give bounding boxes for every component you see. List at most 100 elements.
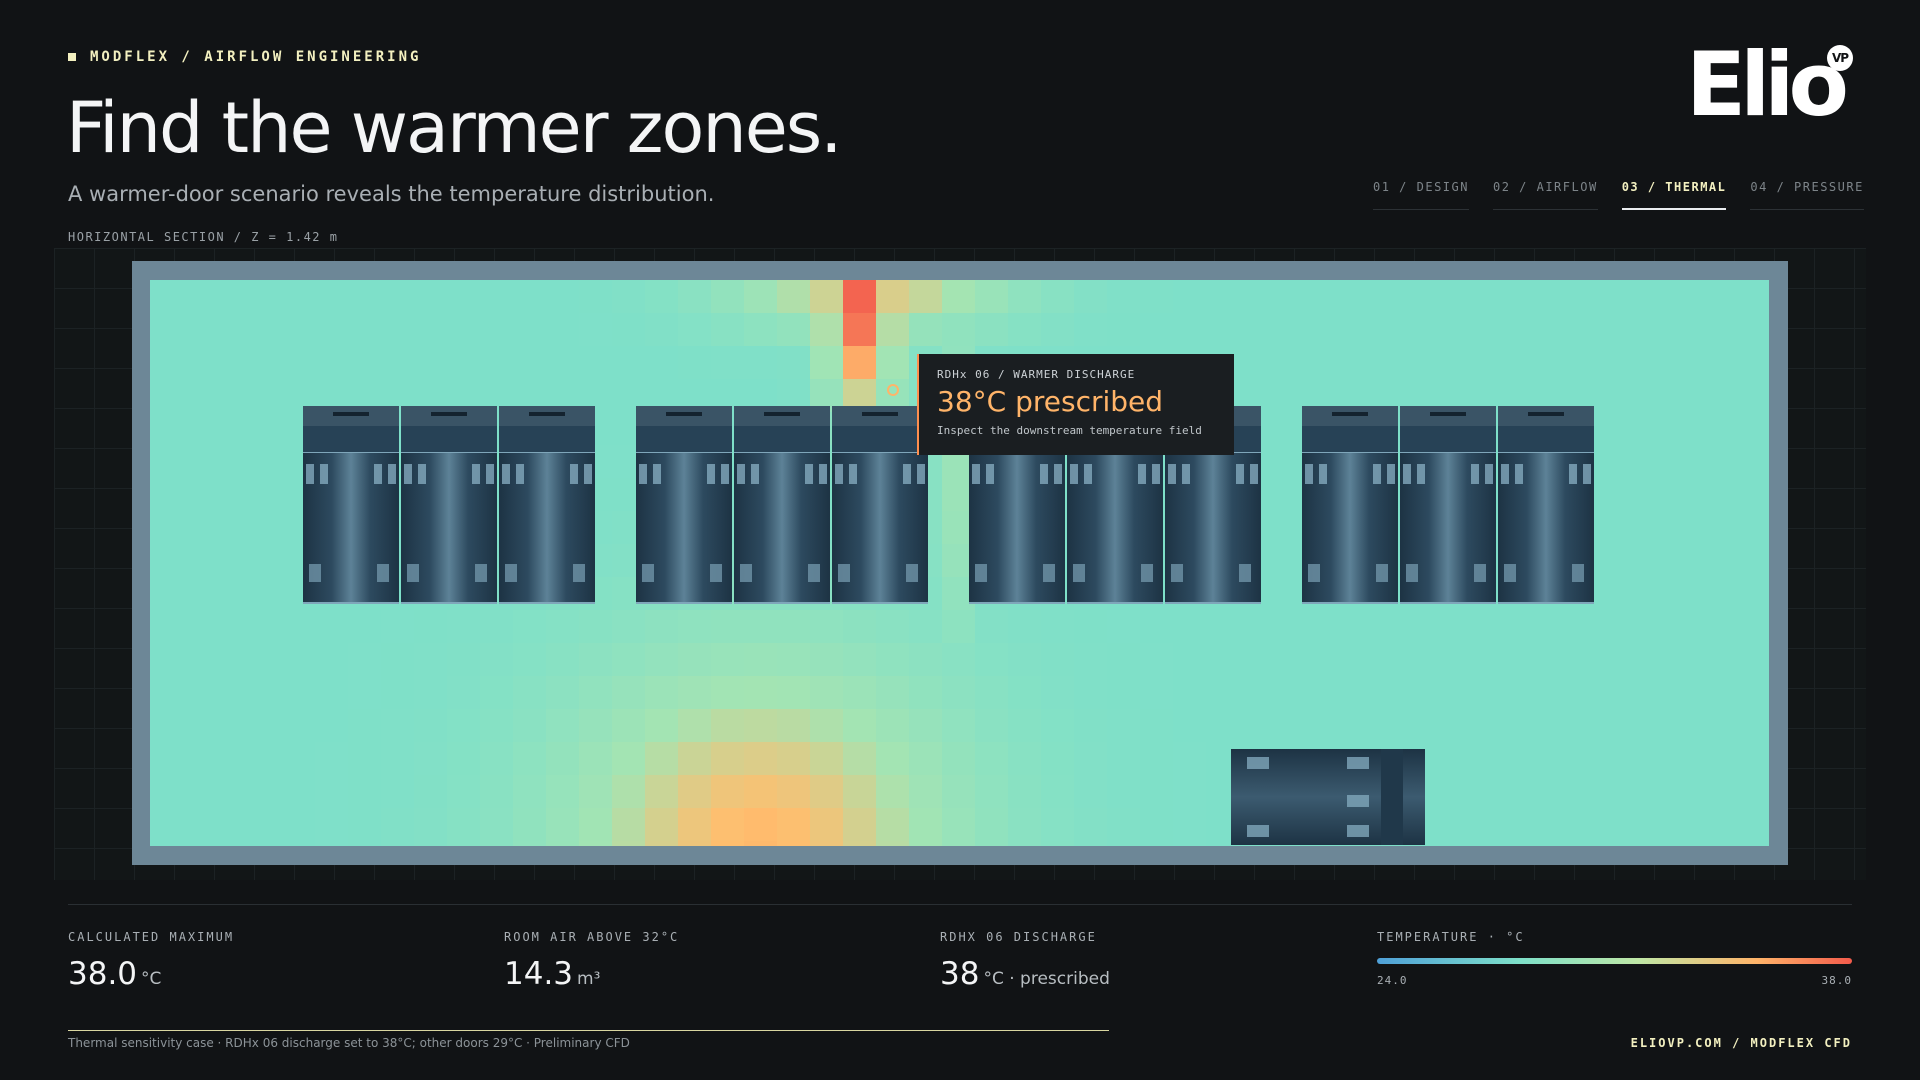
server-rack[interactable] <box>1498 406 1594 604</box>
rack-top <box>734 406 830 426</box>
tab-pressure[interactable]: 04 / PRESSURE <box>1750 180 1864 210</box>
heat-tile <box>315 346 349 380</box>
heat-tile <box>1140 313 1174 347</box>
heat-tile <box>1173 610 1207 644</box>
rack-foot <box>1504 564 1516 582</box>
unit-tab <box>1247 757 1269 769</box>
heat-tile <box>1569 775 1603 809</box>
heat-tile <box>942 610 976 644</box>
heat-tile <box>777 643 811 677</box>
heat-tile <box>1140 808 1174 842</box>
heat-tile <box>1140 676 1174 710</box>
heat-tile <box>843 841 877 846</box>
heat-tile <box>1437 346 1471 380</box>
heat-tile <box>810 775 844 809</box>
heat-tile <box>249 445 283 479</box>
heat-tile <box>1701 478 1735 512</box>
tab-design[interactable]: 01 / DESIGN <box>1373 180 1469 210</box>
rack-door-band <box>636 426 732 453</box>
server-rack[interactable] <box>499 406 595 604</box>
heat-tile <box>315 808 349 842</box>
heat-tile <box>1602 676 1636 710</box>
heat-tile <box>645 610 679 644</box>
heat-tile <box>447 775 481 809</box>
server-rack[interactable] <box>832 406 928 604</box>
heat-tile <box>1602 379 1636 413</box>
heat-tile <box>546 841 580 846</box>
heat-tile <box>1767 643 1769 677</box>
heat-tile <box>1437 643 1471 677</box>
stat-rdhx-discharge: RDHX 06 DISCHARGE 38 °C · prescribed <box>940 930 1110 992</box>
heat-tile <box>1635 511 1669 545</box>
heat-tile <box>1272 412 1306 446</box>
stat-label: RDHX 06 DISCHARGE <box>940 930 1097 944</box>
server-rack[interactable] <box>1400 406 1496 604</box>
heat-tile <box>216 478 250 512</box>
heat-tile <box>183 775 217 809</box>
rdhx-06-marker-icon[interactable] <box>887 384 899 396</box>
heat-tile <box>612 709 646 743</box>
heat-tile <box>249 511 283 545</box>
heat-tile <box>216 313 250 347</box>
server-rack[interactable] <box>1302 406 1398 604</box>
heat-tile <box>612 676 646 710</box>
heat-tile <box>1470 742 1504 776</box>
heat-tile <box>1602 808 1636 842</box>
heat-tile <box>1140 841 1174 846</box>
heat-tile <box>414 676 448 710</box>
heat-tile <box>249 379 283 413</box>
heat-tile <box>1140 280 1174 314</box>
heat-tile <box>909 643 943 677</box>
heat-tile <box>150 775 184 809</box>
heat-tile <box>315 280 349 314</box>
heat-tile <box>1701 676 1735 710</box>
heat-tile <box>1602 742 1636 776</box>
heat-tile <box>1602 478 1636 512</box>
rack-slot <box>1250 464 1258 484</box>
callout-value: 38°C prescribed <box>937 385 1164 418</box>
elio-logo[interactable]: Elio VP <box>1686 40 1856 130</box>
heat-tile <box>513 742 547 776</box>
heat-tile <box>1008 742 1042 776</box>
rack-slot <box>917 464 925 484</box>
heat-tile <box>1734 544 1768 578</box>
tab-airflow[interactable]: 02 / AIRFLOW <box>1492 180 1598 210</box>
heat-tile <box>1470 808 1504 842</box>
server-rack[interactable] <box>636 406 732 604</box>
heat-tile <box>216 280 250 314</box>
heat-tile <box>1668 775 1702 809</box>
rack-slot <box>1583 464 1591 484</box>
server-rack[interactable] <box>401 406 497 604</box>
heat-tile <box>975 808 1009 842</box>
server-rack[interactable] <box>734 406 830 604</box>
temperature-scale: TEMPERATURE · °C 24.0 38.0 <box>1377 930 1852 987</box>
heat-tile <box>249 544 283 578</box>
heat-tile <box>579 676 613 710</box>
heat-tile <box>216 676 250 710</box>
tab-thermal[interactable]: 03 / THERMAL <box>1621 180 1727 210</box>
heat-tile <box>1668 709 1702 743</box>
server-rack[interactable] <box>303 406 399 604</box>
heat-tile <box>414 742 448 776</box>
heat-tile <box>1668 346 1702 380</box>
rack-foot <box>1239 564 1251 582</box>
heat-tile <box>1272 610 1306 644</box>
heat-tile <box>1272 445 1306 479</box>
heat-tile <box>150 544 184 578</box>
footer-link[interactable]: ELIOVP.COM / MODFLEX CFD <box>1631 1036 1852 1050</box>
heat-tile <box>1767 412 1769 446</box>
heat-tile <box>1635 775 1669 809</box>
heat-tile <box>711 643 745 677</box>
heat-tile <box>1602 445 1636 479</box>
heat-tile <box>1272 709 1306 743</box>
stat-room-air: ROOM AIR ABOVE 32°C 14.3 m³ <box>504 930 679 992</box>
heat-tile <box>1503 709 1537 743</box>
heat-tile <box>183 808 217 842</box>
scale-gradient-bar <box>1377 958 1852 964</box>
rack-slot <box>1084 464 1092 484</box>
heat-tile <box>1272 544 1306 578</box>
heat-tile <box>1503 643 1537 677</box>
heat-tile <box>1305 280 1339 314</box>
stat-value-row: 38.0 °C <box>68 956 234 992</box>
heat-tile <box>1569 280 1603 314</box>
